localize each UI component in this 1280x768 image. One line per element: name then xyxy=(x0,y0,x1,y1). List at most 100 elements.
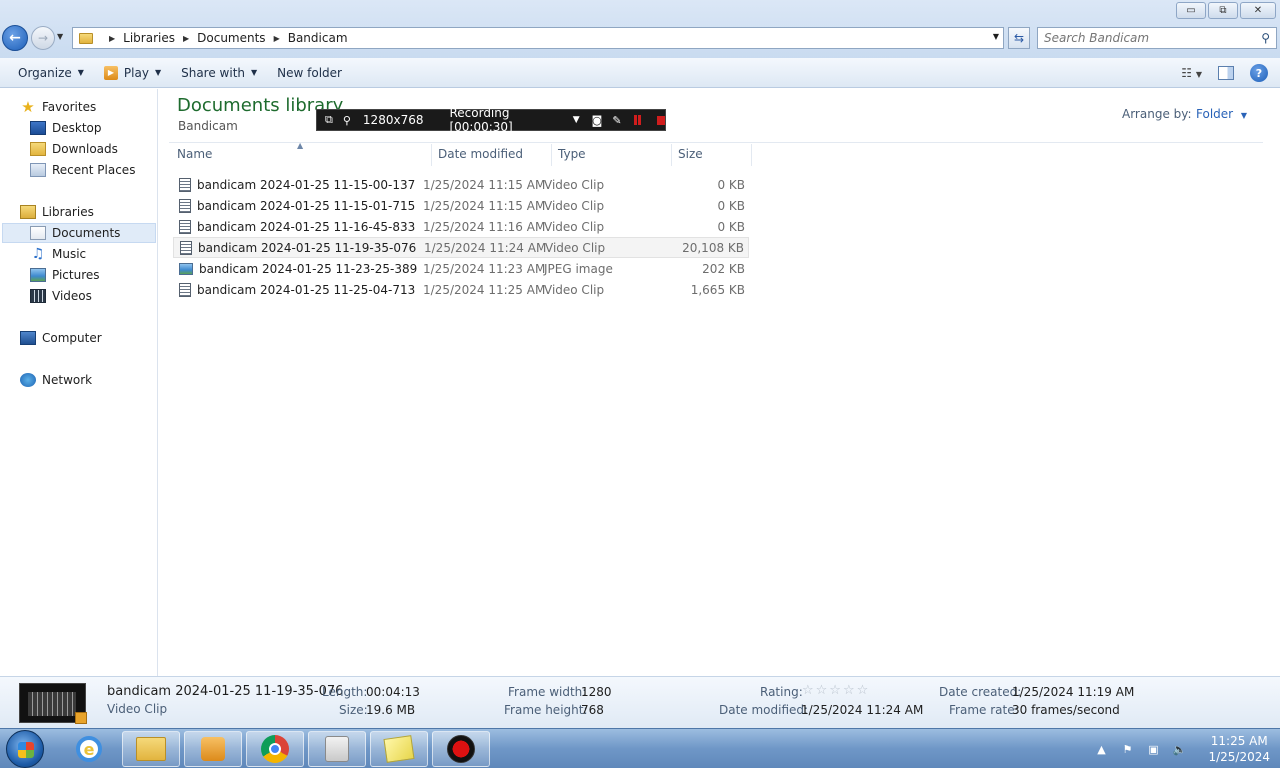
window-mode-icon[interactable]: ⧉ xyxy=(325,113,333,127)
documents-icon xyxy=(30,226,46,240)
recent-pages-dropdown[interactable]: ▼ xyxy=(57,32,63,41)
clock-date: 1/25/2024 xyxy=(1208,750,1270,764)
search-icon[interactable]: ⚲ xyxy=(1261,31,1270,45)
chevron-right-icon[interactable]: ▶ xyxy=(274,34,280,43)
taskbar-chrome[interactable] xyxy=(246,731,304,767)
breadcrumb-libraries[interactable]: Libraries xyxy=(123,31,175,45)
column-header-date-modified[interactable]: Date modified xyxy=(438,147,523,165)
column-header-size[interactable]: Size xyxy=(678,147,703,165)
minimize-button[interactable]: ▭ xyxy=(1176,2,1206,19)
address-bar[interactable]: ▶ Libraries ▶ Documents ▶ Bandicam ▼ xyxy=(72,27,1004,49)
camera-icon[interactable]: ◙ xyxy=(592,114,603,127)
column-divider[interactable] xyxy=(671,144,672,166)
sidebar-item-label: Pictures xyxy=(52,268,100,282)
computer-icon xyxy=(20,331,36,345)
organize-button[interactable]: Organize ▼ xyxy=(8,58,94,88)
video-file-icon xyxy=(179,219,191,234)
column-divider[interactable] xyxy=(751,144,752,166)
maximize-button[interactable]: ⧉ xyxy=(1208,2,1238,19)
file-row[interactable]: bandicam 2024-01-25 11-15-00-137 1/25/20… xyxy=(173,174,749,195)
forward-button[interactable]: → xyxy=(31,26,55,50)
file-date-modified: 1/25/2024 11:15 AM xyxy=(423,198,546,213)
file-date-modified: 1/25/2024 11:15 AM xyxy=(423,177,546,192)
stop-button[interactable] xyxy=(657,115,665,125)
preview-pane-button[interactable] xyxy=(1218,66,1234,80)
network-status-icon[interactable]: ▣ xyxy=(1146,742,1160,756)
file-row[interactable]: bandicam 2024-01-25 11-23-25-389 1/25/20… xyxy=(173,258,749,279)
pause-button[interactable] xyxy=(633,115,642,125)
sidebar-item-videos[interactable]: Videos xyxy=(30,286,92,306)
chevron-down-icon: ▼ xyxy=(251,68,258,77)
file-row[interactable]: bandicam 2024-01-25 11-19-35-076 1/25/20… xyxy=(173,237,749,258)
taskbar-windows-explorer[interactable] xyxy=(122,731,180,767)
column-divider[interactable] xyxy=(551,144,552,166)
view-controls: ☷ ▼ ? xyxy=(1181,58,1268,88)
breadcrumb-bandicam[interactable]: Bandicam xyxy=(288,31,348,45)
close-button[interactable]: ✕ xyxy=(1240,2,1276,19)
play-button[interactable]: ▶ Play ▼ xyxy=(94,58,171,88)
file-size: 0 KB xyxy=(717,219,745,234)
file-type: Video Clip xyxy=(544,177,605,192)
taskbar-disk-utility[interactable] xyxy=(308,731,366,767)
rating-stars[interactable]: ☆☆☆☆☆ xyxy=(802,683,870,698)
sidebar-item-documents[interactable]: Documents xyxy=(2,223,156,243)
show-hidden-icons-icon[interactable]: ▲ xyxy=(1094,742,1108,756)
refresh-button[interactable]: ⇆ xyxy=(1008,27,1030,49)
taskbar-sticky-notes[interactable] xyxy=(370,731,428,767)
video-file-icon xyxy=(179,177,191,192)
change-view-button[interactable]: ☷ ▼ xyxy=(1181,66,1202,80)
file-row[interactable]: bandicam 2024-01-25 11-25-04-713 1/25/20… xyxy=(173,279,749,300)
sidebar-item-network[interactable]: Network xyxy=(20,370,92,390)
file-date-modified: 1/25/2024 11:25 AM xyxy=(423,282,546,297)
sidebar-item-computer[interactable]: Computer xyxy=(20,328,102,348)
clock[interactable]: 11:25 AM 1/25/2024 xyxy=(1208,733,1270,765)
file-row[interactable]: bandicam 2024-01-25 11-16-45-833 1/25/20… xyxy=(173,216,749,237)
pencil-icon[interactable]: ✎ xyxy=(612,114,621,127)
sidebar-item-favorites[interactable]: ★ Favorites xyxy=(20,97,96,117)
column-header-name[interactable]: Name xyxy=(177,147,212,165)
file-type: Video Clip xyxy=(544,198,605,213)
help-button[interactable]: ? xyxy=(1250,64,1268,82)
arrange-by-dropdown[interactable]: Folder ▼ xyxy=(1196,107,1247,121)
search-input[interactable] xyxy=(1044,31,1244,45)
sticky-notes-icon xyxy=(383,735,415,763)
date-created-value: 1/25/2024 11:19 AM xyxy=(1012,685,1135,699)
system-tray: ▲ ⚑ ▣ 🔈 11:25 AM 1/25/2024 xyxy=(1094,729,1270,768)
taskbar-internet-explorer[interactable]: e xyxy=(60,731,118,767)
file-name: bandicam 2024-01-25 11-15-01-715 xyxy=(197,198,416,213)
volume-muted-icon[interactable]: 🔈 xyxy=(1172,742,1187,756)
videos-icon xyxy=(30,289,46,303)
sidebar-item-desktop[interactable]: Desktop xyxy=(30,118,102,138)
chevron-down-icon[interactable]: ▼ xyxy=(573,115,580,125)
start-button[interactable] xyxy=(6,730,44,768)
sidebar-item-label: Documents xyxy=(52,226,121,240)
media-badge-icon xyxy=(75,712,87,724)
taskbar-bandicam[interactable] xyxy=(432,731,490,767)
thumbnail-preview xyxy=(28,692,76,716)
new-folder-button[interactable]: New folder xyxy=(267,58,352,88)
sidebar-item-music[interactable]: ♫ Music xyxy=(30,244,86,264)
sidebar-item-label: Downloads xyxy=(52,142,118,156)
search-box[interactable]: ⚲ xyxy=(1037,27,1277,49)
file-size: 202 KB xyxy=(702,261,745,276)
taskbar-media-player[interactable] xyxy=(184,731,242,767)
sidebar-item-pictures[interactable]: Pictures xyxy=(30,265,100,285)
action-center-flag-icon[interactable]: ⚑ xyxy=(1120,742,1134,756)
column-header-type[interactable]: Type xyxy=(558,147,586,165)
sidebar-item-downloads[interactable]: Downloads xyxy=(30,139,118,159)
sidebar-item-recent-places[interactable]: Recent Places xyxy=(30,160,135,180)
share-with-button[interactable]: Share with ▼ xyxy=(171,58,267,88)
file-name: bandicam 2024-01-25 11-15-00-137 xyxy=(197,177,416,192)
sidebar-item-libraries[interactable]: Libraries xyxy=(20,202,94,222)
file-date-modified: 1/25/2024 11:23 AM xyxy=(423,261,546,276)
zoom-icon[interactable]: ⚲ xyxy=(343,114,351,127)
chevron-down-icon[interactable]: ▼ xyxy=(993,32,999,41)
rating-label: Rating: xyxy=(760,685,803,699)
chevron-right-icon[interactable]: ▶ xyxy=(183,34,189,43)
breadcrumb-documents[interactable]: Documents xyxy=(197,31,265,45)
column-divider[interactable] xyxy=(431,144,432,166)
view-list-icon: ☷ xyxy=(1181,66,1193,80)
chevron-right-icon[interactable]: ▶ xyxy=(109,34,115,43)
file-row[interactable]: bandicam 2024-01-25 11-15-01-715 1/25/20… xyxy=(173,195,749,216)
back-button[interactable]: ← xyxy=(2,25,28,51)
